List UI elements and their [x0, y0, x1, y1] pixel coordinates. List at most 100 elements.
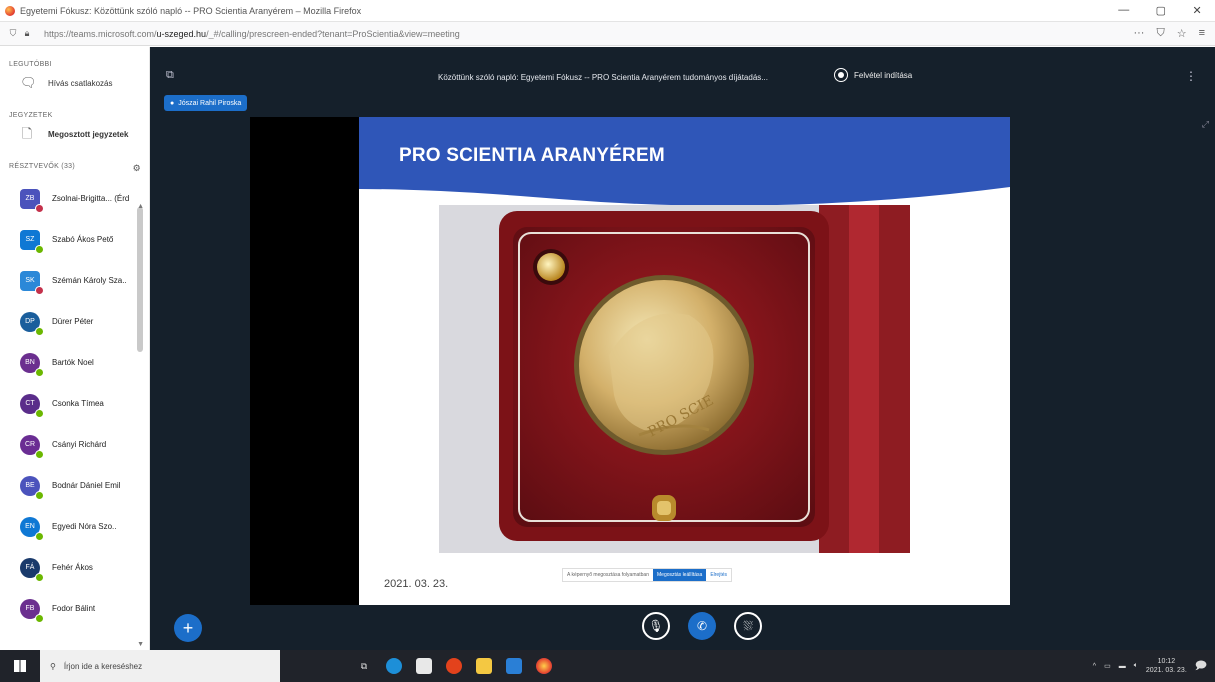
avatar: FB — [20, 598, 44, 623]
screen-share-notice: A képernyő megosztása folyamatban Megosz… — [562, 568, 732, 582]
tray-chevron-icon[interactable]: ^ — [1093, 663, 1096, 670]
more-options-icon[interactable]: ⋮ — [1185, 69, 1197, 83]
avatar: CT — [20, 393, 44, 418]
scroll-down-icon[interactable]: ▼ — [137, 641, 144, 648]
avatar: CR — [20, 434, 44, 459]
presence-status-icon — [35, 203, 44, 213]
avatar: FÁ — [20, 557, 44, 582]
meeting-title: Közöttünk szóló napló: Egyetemi Fókusz -… — [438, 73, 768, 82]
system-clock[interactable]: 10:12 2021. 03. 23. — [1146, 657, 1187, 675]
screen-share-video: PRO SCIENTIA ARANYÉREM PRO SCIE 2021. 03… — [250, 117, 1010, 605]
firefox-taskbar-icon[interactable] — [536, 658, 552, 674]
record-button[interactable]: Felvétel indítása — [828, 65, 918, 85]
participant-row[interactable]: DP Dürer Péter — [0, 301, 149, 342]
menu-hamburger-icon[interactable]: ≡ — [1199, 27, 1205, 40]
lock-icon[interactable]: 🔒︎ — [20, 28, 34, 39]
photos-icon[interactable] — [506, 658, 522, 674]
maximize-button[interactable]: ▢ — [1156, 4, 1166, 17]
sidebar-scrollbar[interactable] — [137, 207, 143, 352]
participant-row[interactable]: FB Fodor Bálint — [0, 588, 149, 629]
presence-status-icon — [35, 285, 44, 295]
minimize-button[interactable]: — — [1118, 4, 1129, 17]
address-bar: ⛉ 🔒︎ https://teams.microsoft.com/u-szege… — [0, 22, 1215, 46]
presence-status-icon — [35, 408, 44, 418]
mute-microphone-button[interactable]: 🎙︎ — [642, 612, 670, 640]
presence-status-icon — [35, 449, 44, 459]
start-button[interactable] — [0, 650, 40, 682]
avatar: SZ — [20, 229, 44, 254]
office-icon[interactable] — [446, 658, 462, 674]
participant-name: Szémán Károly Sza.. — [52, 276, 127, 285]
clock-time: 10:12 — [1157, 658, 1176, 665]
url-field[interactable]: https://teams.microsoft.com/u-szeged.hu/… — [44, 29, 1133, 39]
sidebar-item-shared-notes[interactable]: 🗋︎ Megosztott jegyzetek — [0, 119, 149, 149]
settings-gear-icon[interactable]: ⚙ — [133, 163, 141, 174]
participant-row[interactable]: SZ Szabó Ákos Pető — [0, 219, 149, 260]
participant-name: Csányi Richárd — [52, 440, 107, 449]
participant-row[interactable]: BE Bodnár Dániel Emil — [0, 465, 149, 506]
sidebar-item-notes-label: Megosztott jegyzetek — [48, 129, 129, 139]
participant-row[interactable]: BN Bartók Noel — [0, 342, 149, 383]
slide-title: PRO SCIENTIA ARANYÉREM — [399, 145, 665, 166]
edge-icon[interactable] — [386, 658, 402, 674]
sidebar-item-call[interactable]: 🗨︎ Hívás csatlakozás — [0, 68, 149, 98]
participants-grid-icon[interactable]: ⧉ — [166, 69, 174, 82]
pocket-icon[interactable]: ⛉ — [1156, 27, 1164, 40]
scroll-up-icon[interactable]: ▲ — [137, 203, 144, 210]
window-controls: — ▢ ✕ — [1105, 4, 1215, 17]
close-window-button[interactable]: ✕ — [1193, 4, 1202, 17]
url-host: u-szeged.hu — [156, 28, 207, 39]
bookmark-star-icon[interactable]: ☆ — [1177, 27, 1187, 40]
search-icon: ⚲ — [50, 661, 56, 671]
record-icon — [834, 68, 848, 82]
participant-row[interactable]: SK Szémán Károly Sza.. — [0, 260, 149, 301]
camera-toggle-button[interactable]: ⛆ — [734, 612, 762, 640]
presence-status-icon — [35, 572, 44, 582]
avatar: EN — [20, 516, 44, 541]
window-title: Egyetemi Fókusz: Közöttünk szóló napló -… — [20, 5, 362, 16]
browser-toolbar-right: ··· ⛉ ☆ ≡ — [1133, 27, 1205, 40]
volume-icon[interactable]: 🔈︎ — [1134, 662, 1138, 670]
participant-row[interactable]: CT Csonka Tímea — [0, 383, 149, 424]
file-explorer-icon[interactable] — [476, 658, 492, 674]
shield-icon[interactable]: ⛉ — [6, 28, 20, 39]
participant-row[interactable]: EN Egyedi Nóra Szo.. — [0, 506, 149, 547]
slide-date: 2021. 03. 23. — [384, 578, 449, 590]
presence-status-icon — [35, 613, 44, 623]
network-icon[interactable]: ▭ — [1104, 662, 1111, 670]
participant-row[interactable]: CR Csányi Richárd — [0, 424, 149, 465]
url-prefix: https://teams.microsoft.com/ — [44, 28, 157, 39]
notifications-icon[interactable]: 🗩︎ — [1195, 657, 1207, 676]
call-controls: 🎙︎ ✆ ⛆ — [642, 612, 762, 640]
add-action-button[interactable]: + — [174, 614, 202, 642]
url-path: /_#/calling/prescreen-ended?tenant=ProSc… — [206, 28, 460, 39]
participant-row[interactable]: ZB Zsolnai-Brigitta... (Érd — [0, 178, 149, 219]
hide-notice-button[interactable]: Elrejtés — [706, 572, 731, 578]
share-status-text: A képernyő megosztása folyamatban — [567, 572, 649, 578]
page-actions-icon[interactable]: ··· — [1133, 27, 1144, 40]
section-participants-header: RÉSZTVEVŐK (33) ⚙ — [0, 149, 149, 174]
participant-name: Zsolnai-Brigitta... (Érd — [52, 194, 130, 203]
presenter-name: Jószai Rahil Piroska — [178, 99, 242, 107]
store-icon[interactable] — [416, 658, 432, 674]
sidebar-item-call-label: Hívás csatlakozás — [48, 78, 113, 88]
end-call-button[interactable]: ✆ — [688, 612, 716, 640]
avatar: BE — [20, 475, 44, 500]
fullscreen-icon[interactable]: ⤢ — [1202, 119, 1209, 130]
battery-icon[interactable]: ▬ — [1119, 663, 1126, 670]
presence-status-icon — [35, 244, 44, 254]
participant-name: Bartók Noel — [52, 358, 94, 367]
avatar: DP — [20, 311, 44, 336]
taskbar-search[interactable]: ⚲ Írjon ide a kereséshez — [40, 650, 280, 682]
task-view-icon[interactable]: ⧉ — [356, 658, 372, 674]
section-notes-label: JEGYZETEK — [9, 112, 53, 119]
chat-bubble-icon: 🗨︎ — [20, 75, 37, 90]
participant-name: Csonka Tímea — [52, 399, 104, 408]
participant-name: Fodor Bálint — [52, 604, 96, 613]
presence-status-icon — [35, 367, 44, 377]
avatar: ZB — [20, 188, 44, 213]
taskbar-search-placeholder: Írjon ide a kereséshez — [63, 661, 143, 671]
participant-row[interactable]: FÁ Fehér Ákos — [0, 547, 149, 588]
record-label: Felvétel indítása — [854, 70, 913, 80]
stop-sharing-button[interactable]: Megosztás leállítása — [653, 569, 707, 581]
